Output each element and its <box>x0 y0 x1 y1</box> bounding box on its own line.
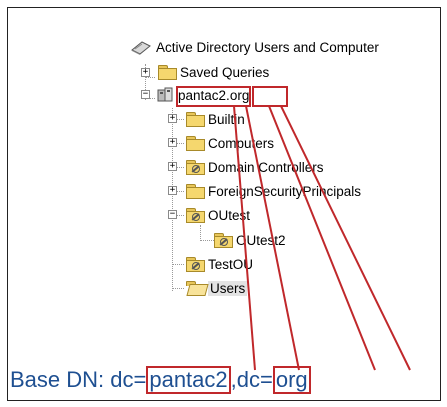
caption-prefix: Base DN: dc= <box>10 367 147 392</box>
annotation-line-right-a <box>268 105 376 371</box>
annotation-line-left-b <box>245 105 300 371</box>
annotation-lines <box>233 105 411 371</box>
caption-dc-pantac2: pantac2 <box>146 366 231 394</box>
annotation-line-left-a <box>233 105 256 371</box>
caption-dc-org: org <box>272 366 311 394</box>
caption-mid: ,dc= <box>230 367 273 392</box>
base-dn-caption: Base DN: dc= pantac2 ,dc= org <box>10 366 311 394</box>
annotation-line-right-b <box>280 105 411 371</box>
